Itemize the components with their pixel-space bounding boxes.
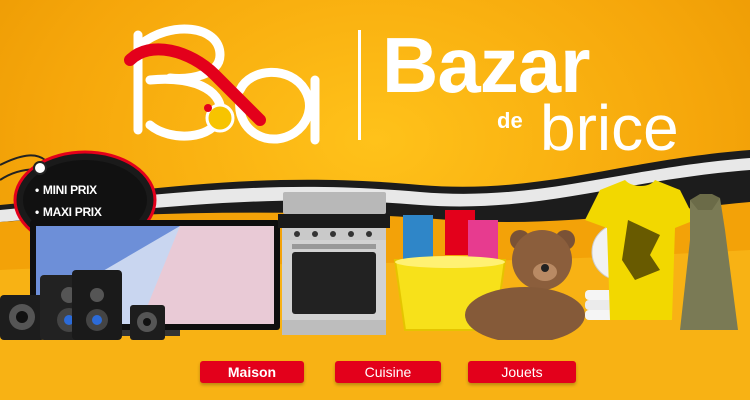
brand-divider <box>358 30 361 140</box>
brand-brice: brice <box>540 92 679 164</box>
category-cuisine-label: Cuisine <box>364 364 412 380</box>
logo-bb-icon <box>124 24 320 145</box>
category-maison-button[interactable]: Maison <box>200 361 304 383</box>
promo-banner: Bazar de brice • MINI PRIX • MAXI PRIX M… <box>0 0 750 400</box>
brand-de: de <box>497 108 523 133</box>
category-jouets-label: Jouets <box>501 364 543 380</box>
stove-icon <box>278 192 390 335</box>
products-group <box>0 180 738 340</box>
category-cuisine-button[interactable]: Cuisine <box>335 361 441 383</box>
category-jouets-button[interactable]: Jouets <box>468 361 576 383</box>
category-maison-label: Maison <box>227 364 277 380</box>
